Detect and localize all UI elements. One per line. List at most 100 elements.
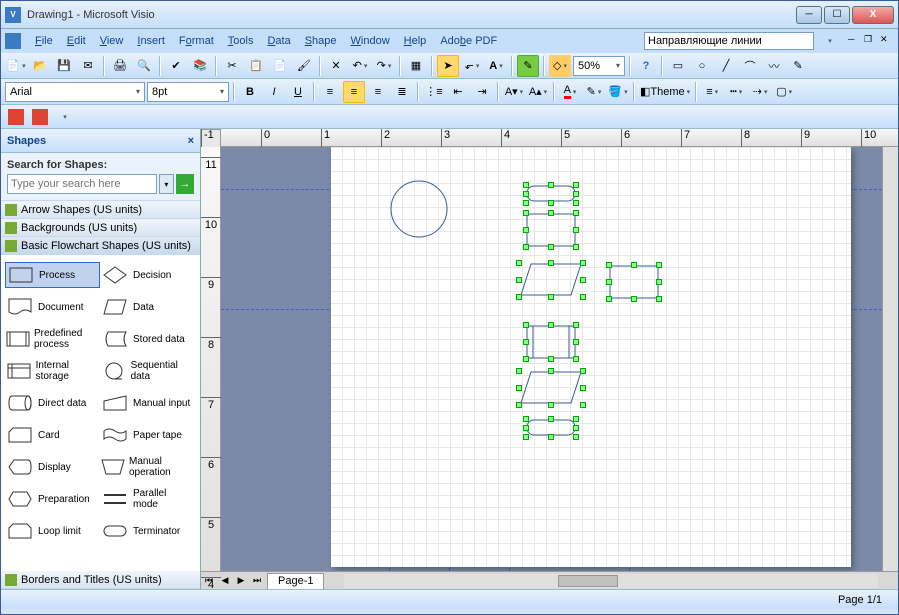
shapes-panel-close-button[interactable]: × <box>188 135 194 147</box>
freeform-tool-button[interactable]: 〰 <box>763 55 785 77</box>
canvas-shape-process[interactable] <box>526 213 576 247</box>
doc-restore-button[interactable]: ❐ <box>864 34 878 48</box>
shape-predefined-process[interactable]: Predefined process <box>5 327 100 351</box>
vertical-ruler[interactable]: 1110987654 <box>201 147 221 571</box>
rectangle-tool-button[interactable]: ▭ <box>667 55 689 77</box>
menu-insert[interactable]: Insert <box>131 33 171 49</box>
line-tool-button[interactable]: ╱ <box>715 55 737 77</box>
new-button[interactable]: 📄 <box>5 55 27 77</box>
ink-button[interactable]: ✎ <box>517 55 539 77</box>
page-last-button[interactable]: ⏭ <box>249 573 265 589</box>
canvas-shape-predefined-process[interactable] <box>526 325 576 359</box>
italic-button[interactable]: I <box>263 81 285 103</box>
canvas-shape-circle[interactable] <box>389 179 449 239</box>
menu-edit[interactable]: Edit <box>61 33 92 49</box>
menu-view[interactable]: View <box>94 33 130 49</box>
canvas-shape-data[interactable] <box>519 263 583 297</box>
font-combo[interactable]: Arial <box>5 82 145 102</box>
vertical-scrollbar[interactable] <box>882 147 898 571</box>
shape-document[interactable]: Document <box>5 295 100 319</box>
help-search-input[interactable] <box>644 32 814 50</box>
shape-data[interactable]: Data <box>100 295 195 319</box>
pdf-menu-button[interactable] <box>53 106 75 128</box>
spelling-button[interactable]: ✔ <box>165 55 187 77</box>
align-center-button[interactable]: ≡ <box>343 81 365 103</box>
shape-display[interactable]: Display <box>5 455 100 479</box>
shape-manual-operation[interactable]: Manual operation <box>100 455 195 479</box>
align-left-button[interactable]: ≡ <box>319 81 341 103</box>
shape-paper-tape[interactable]: Paper tape <box>100 423 195 447</box>
drawing-page[interactable] <box>331 147 851 567</box>
stencil-basic-flowchart[interactable]: Basic Flowchart Shapes (US units) <box>1 237 200 255</box>
shape-manual-input[interactable]: Manual input <box>100 391 195 415</box>
paste-button[interactable]: 📄 <box>269 55 291 77</box>
help-search-dropdown[interactable] <box>818 30 840 52</box>
email-button[interactable]: ✉ <box>77 55 99 77</box>
pointer-tool-button[interactable]: ➤ <box>437 55 459 77</box>
shape-direct-data[interactable]: Direct data <box>5 391 100 415</box>
font-color-button[interactable]: A <box>559 81 581 103</box>
menu-format[interactable]: Format <box>173 33 220 49</box>
line-pattern-button[interactable]: ┅ <box>725 81 747 103</box>
menu-shape[interactable]: Shape <box>299 33 343 49</box>
drawing-canvas[interactable] <box>221 147 882 571</box>
search-go-button[interactable]: → <box>176 174 194 194</box>
shape-stored-data[interactable]: Stored data <box>100 327 195 351</box>
minimize-button[interactable]: ─ <box>796 6 822 24</box>
shapes-window-button[interactable]: ▦ <box>405 55 427 77</box>
decrease-indent-button[interactable]: ⇤ <box>447 81 469 103</box>
fill-color-button[interactable]: 🪣 <box>607 81 629 103</box>
horizontal-scrollbar[interactable] <box>344 574 878 588</box>
shape-card[interactable]: Card <box>5 423 100 447</box>
menu-window[interactable]: Window <box>345 33 396 49</box>
line-ends-button[interactable]: ⇢ <box>749 81 771 103</box>
open-button[interactable]: 📂 <box>29 55 51 77</box>
pdf-convert-send-button[interactable] <box>29 106 51 128</box>
copy-button[interactable]: 📋 <box>245 55 267 77</box>
pdf-convert-button[interactable] <box>5 106 27 128</box>
stencil-backgrounds[interactable]: Backgrounds (US units) <box>1 219 200 237</box>
research-button[interactable]: 📚 <box>189 55 211 77</box>
search-shapes-input[interactable] <box>7 174 157 194</box>
doc-minimize-button[interactable]: ─ <box>848 34 862 48</box>
shape-sequential-data[interactable]: Sequential data <box>100 359 195 383</box>
arc-tool-button[interactable]: ⌒ <box>739 55 761 77</box>
doc-close-button[interactable]: ✕ <box>880 34 894 48</box>
save-button[interactable]: 💾 <box>53 55 75 77</box>
line-color-button[interactable]: ✎ <box>583 81 605 103</box>
theme-button[interactable]: ◧Theme <box>639 81 691 103</box>
shape-parallel-mode[interactable]: Parallel mode <box>100 487 195 511</box>
bullets-button[interactable]: ⋮≡ <box>423 81 445 103</box>
canvas-shape-data[interactable] <box>519 371 583 405</box>
align-justify-button[interactable]: ≣ <box>391 81 413 103</box>
menu-tools[interactable]: Tools <box>222 33 260 49</box>
align-right-button[interactable]: ≡ <box>367 81 389 103</box>
decrease-font-button[interactable]: A▾ <box>503 81 525 103</box>
shape-internal-storage[interactable]: Internal storage <box>5 359 100 383</box>
text-tool-button[interactable]: A <box>485 55 507 77</box>
shape-preparation[interactable]: Preparation <box>5 487 100 511</box>
menu-file[interactable]: File <box>29 33 59 49</box>
underline-button[interactable]: U <box>287 81 309 103</box>
bold-button[interactable]: B <box>239 81 261 103</box>
menu-help[interactable]: Help <box>398 33 433 49</box>
menu-data[interactable]: Data <box>261 33 296 49</box>
drawing-tools-button[interactable]: ◇ <box>549 55 571 77</box>
shape-decision[interactable]: Decision <box>100 263 195 287</box>
close-button[interactable]: X <box>852 6 894 24</box>
pencil-tool-button[interactable]: ✎ <box>787 55 809 77</box>
corner-rounding-button[interactable]: ▢ <box>773 81 795 103</box>
connector-tool-button[interactable]: ⬐ <box>461 55 483 77</box>
shape-process[interactable]: Process <box>5 262 100 288</box>
format-painter-button[interactable]: 🖌 <box>293 55 315 77</box>
ellipse-tool-button[interactable]: ○ <box>691 55 713 77</box>
document-icon[interactable] <box>5 33 21 49</box>
print-button[interactable]: 🖨 <box>109 55 131 77</box>
shape-terminator[interactable]: Terminator <box>100 519 195 543</box>
stencil-arrow-shapes[interactable]: Arrow Shapes (US units) <box>1 201 200 219</box>
delete-button[interactable]: ✕ <box>325 55 347 77</box>
increase-font-button[interactable]: A▴ <box>527 81 549 103</box>
undo-button[interactable]: ↶ <box>349 55 371 77</box>
shape-loop-limit[interactable]: Loop limit <box>5 519 100 543</box>
horizontal-ruler[interactable]: -101234567891011 <box>221 129 898 147</box>
